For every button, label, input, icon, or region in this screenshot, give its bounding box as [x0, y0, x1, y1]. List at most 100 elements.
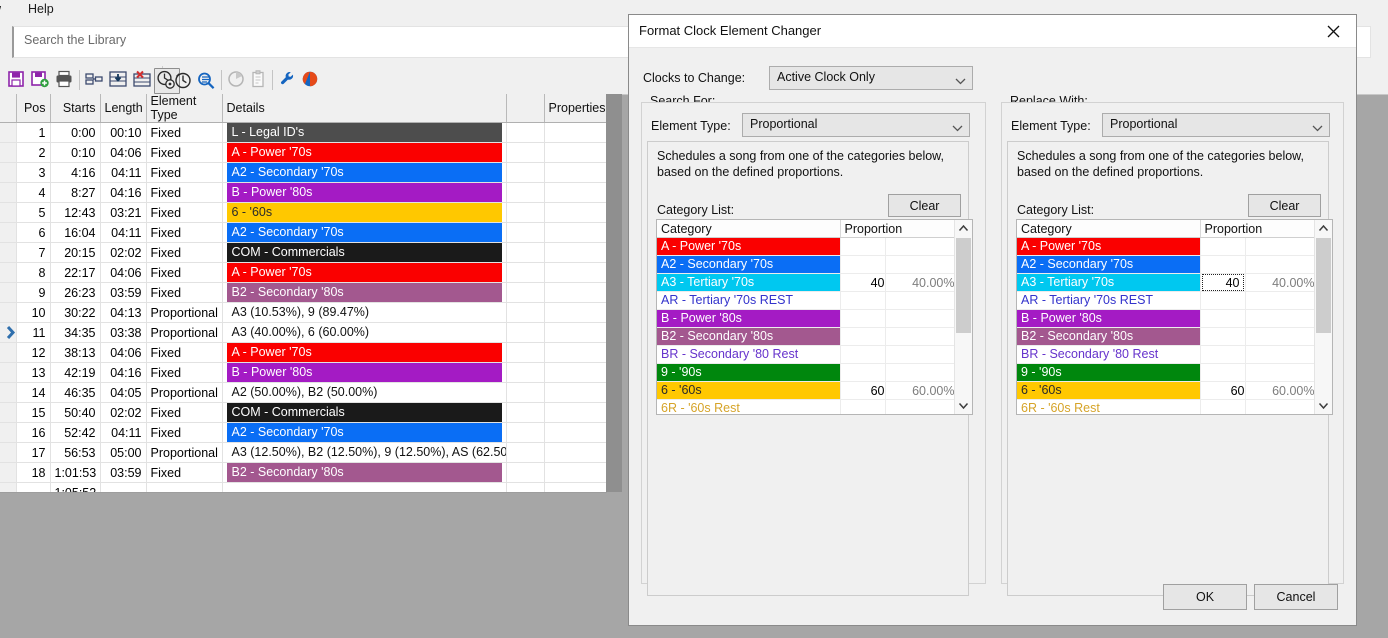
- row-header-cell[interactable]: [0, 142, 17, 163]
- cell-blank[interactable]: [506, 322, 545, 343]
- proportion-cell[interactable]: [1200, 291, 1246, 310]
- cell-properties[interactable]: [544, 162, 606, 183]
- ok-button[interactable]: OK: [1163, 584, 1247, 610]
- cell-pos[interactable]: 5: [16, 202, 51, 223]
- cell-length[interactable]: 00:10: [100, 122, 147, 143]
- cell-pos[interactable]: 4: [16, 182, 51, 203]
- row-header-cell[interactable]: [0, 302, 17, 323]
- table-row[interactable]: 2 0:10 04:06 Fixed A - Power '70s: [0, 142, 606, 163]
- list-item[interactable]: B2 - Secondary '80s: [1017, 327, 1316, 346]
- cell-starts[interactable]: 50:40: [50, 402, 101, 423]
- cell-starts[interactable]: 0:00: [50, 122, 101, 143]
- cell-properties[interactable]: [544, 202, 606, 223]
- table-row[interactable]: 7 20:15 02:02 Fixed COM - Commercials: [0, 242, 606, 263]
- list-item[interactable]: A - Power '70s: [657, 237, 956, 256]
- menu-item-help[interactable]: Help: [28, 1, 54, 17]
- category-cell[interactable]: 6 - '60s: [1017, 381, 1201, 400]
- category-cell[interactable]: A - Power '70s: [1017, 237, 1201, 256]
- row-header-cell[interactable]: [0, 342, 17, 363]
- cell-details[interactable]: A2 - Secondary '70s: [222, 222, 507, 243]
- proportion-cell[interactable]: [840, 363, 886, 382]
- cell-pos[interactable]: 7: [16, 242, 51, 263]
- close-icon[interactable]: [1310, 15, 1356, 46]
- list-item[interactable]: A3 - Tertiary '70s 40 40.00%: [657, 273, 956, 292]
- cell-length[interactable]: [100, 482, 147, 492]
- table-row[interactable]: 6 16:04 04:11 Fixed A2 - Secondary '70s: [0, 222, 606, 243]
- cell-pos[interactable]: 11: [16, 322, 51, 343]
- table-row[interactable]: 10 30:22 04:13 Proportional A3 (10.53%), 9 (…: [0, 302, 606, 323]
- cell-element-type[interactable]: Fixed: [146, 362, 223, 383]
- table-row[interactable]: 14 46:35 04:05 Proportional A2 (50.00%), B2 …: [0, 382, 606, 403]
- cell-properties[interactable]: [544, 222, 606, 243]
- cell-blank[interactable]: [506, 362, 545, 383]
- cell-blank[interactable]: [506, 482, 545, 492]
- cell-details[interactable]: A3 (40.00%), 6 (60.00%): [222, 322, 507, 343]
- cell-length[interactable]: 04:06: [100, 342, 147, 363]
- cell-element-type[interactable]: Fixed: [146, 282, 223, 303]
- cell-element-type[interactable]: Fixed: [146, 242, 223, 263]
- cell-element-type[interactable]: Fixed: [146, 422, 223, 443]
- cell-blank[interactable]: [506, 262, 545, 283]
- cell-blank[interactable]: [506, 342, 545, 363]
- cell-blank[interactable]: [506, 222, 545, 243]
- cell-length[interactable]: 04:16: [100, 182, 147, 203]
- cell-pos[interactable]: 3: [16, 162, 51, 183]
- category-cell[interactable]: A2 - Secondary '70s: [657, 255, 841, 274]
- row-header-cell[interactable]: [0, 322, 17, 343]
- cell-starts[interactable]: 38:13: [50, 342, 101, 363]
- cell-properties[interactable]: [544, 442, 606, 463]
- cell-starts[interactable]: 20:15: [50, 242, 101, 263]
- table-row[interactable]: 17 56:53 05:00 Proportional A3 (12.50%), B2 …: [0, 442, 606, 463]
- cell-details[interactable]: A - Power '70s: [222, 262, 507, 283]
- cell-properties[interactable]: [544, 282, 606, 303]
- cell-element-type[interactable]: Fixed: [146, 202, 223, 223]
- cell-details[interactable]: A3 (10.53%), 9 (89.47%): [222, 302, 507, 323]
- proportion-cell[interactable]: [1200, 345, 1246, 364]
- category-cell[interactable]: 9 - '90s: [1017, 363, 1201, 382]
- proportion-cell[interactable]: [1200, 327, 1246, 346]
- cell-details[interactable]: A3 (12.50%), B2 (12.50%), 9 (12.50%), AS…: [222, 442, 507, 463]
- list-item[interactable]: A - Power '70s: [1017, 237, 1316, 256]
- replace-element-type-select[interactable]: Proportional: [1102, 113, 1330, 137]
- col-header-starts[interactable]: Starts: [50, 94, 101, 123]
- cell-pos[interactable]: 14: [16, 382, 51, 403]
- col-header-element-type[interactable]: Element Type: [146, 94, 223, 123]
- insert-row-icon[interactable]: [108, 69, 130, 91]
- search-category-list[interactable]: Category Proportion A - Power '70s A2 - S…: [656, 219, 973, 415]
- cell-element-type[interactable]: Fixed: [146, 222, 223, 243]
- cell-starts[interactable]: 8:27: [50, 182, 101, 203]
- table-row[interactable]: 5 12:43 03:21 Fixed 6 - '60s: [0, 202, 606, 223]
- proportion-cell[interactable]: [1200, 309, 1246, 328]
- table-row[interactable]: 3 4:16 04:11 Fixed A2 - Secondary '70s: [0, 162, 606, 183]
- cell-properties[interactable]: [544, 362, 606, 383]
- cell-element-type[interactable]: Fixed: [146, 142, 223, 163]
- cell-details[interactable]: B - Power '80s: [222, 362, 507, 383]
- search-list-scrollbar[interactable]: [954, 220, 972, 414]
- proportion-cell[interactable]: [1200, 237, 1246, 256]
- cell-properties[interactable]: [544, 382, 606, 403]
- cell-blank[interactable]: [506, 402, 545, 423]
- cell-details[interactable]: B2 - Secondary '80s: [222, 282, 507, 303]
- cell-length[interactable]: 04:05: [100, 382, 147, 403]
- cell-length[interactable]: 04:11: [100, 222, 147, 243]
- proportion-cell[interactable]: 60: [1200, 381, 1246, 400]
- save-as-icon[interactable]: [30, 69, 52, 91]
- table-row[interactable]: 8 22:17 04:06 Fixed A - Power '70s: [0, 262, 606, 283]
- cell-properties[interactable]: [544, 322, 606, 343]
- cell-details[interactable]: A2 (50.00%), B2 (50.00%): [222, 382, 507, 403]
- cell-starts[interactable]: 12:43: [50, 202, 101, 223]
- col-header-details[interactable]: Details: [222, 94, 507, 123]
- cell-length[interactable]: 03:59: [100, 462, 147, 483]
- row-header-cell[interactable]: [0, 122, 17, 143]
- list-item[interactable]: 6R - '60s Rest: [657, 399, 956, 414]
- category-cell[interactable]: BR - Secondary '80 Rest: [657, 345, 841, 364]
- scroll-up-icon[interactable]: [955, 220, 972, 237]
- col-header-blank[interactable]: [506, 94, 545, 123]
- row-header-cell[interactable]: [0, 362, 17, 383]
- cell-element-type[interactable]: Fixed: [146, 182, 223, 203]
- proportion-cell[interactable]: [840, 291, 886, 310]
- list-item[interactable]: AR - Tertiary '70s REST: [1017, 291, 1316, 310]
- row-header-cell[interactable]: [0, 222, 17, 243]
- cell-blank[interactable]: [506, 442, 545, 463]
- cell-pos[interactable]: 8: [16, 262, 51, 283]
